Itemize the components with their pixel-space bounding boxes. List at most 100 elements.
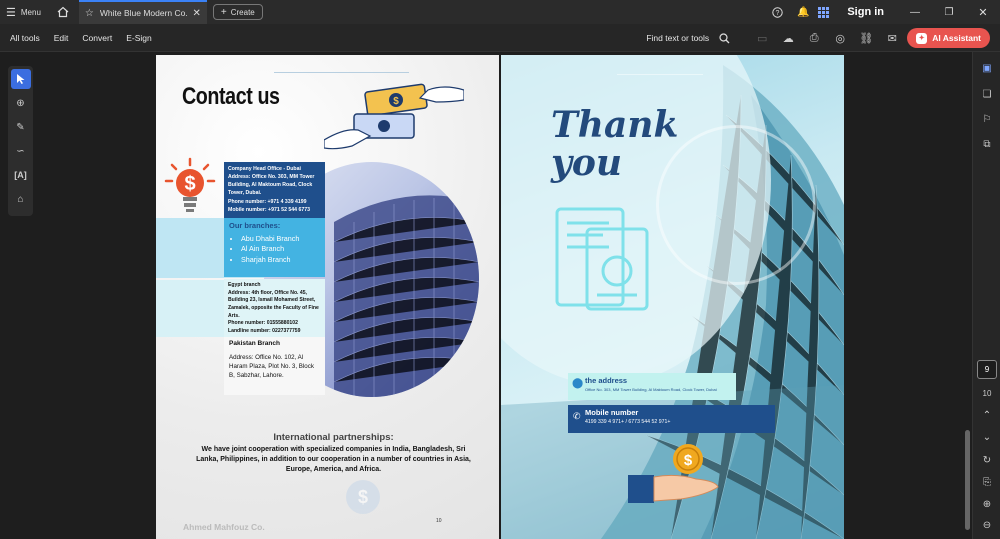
restore-icon[interactable]: ❐ [932,0,966,24]
pakistan-heading: Pakistan Branch [229,340,280,347]
svg-text:$: $ [393,96,399,107]
chevron-up-icon[interactable]: ⌃ [977,405,997,425]
tab-title: White Blue Modern Co... [99,8,187,18]
upload-cloud-icon[interactable]: ☁ [777,27,799,49]
pakistan-box: Pakistan Branch Address: Office No. 102,… [224,337,325,395]
stamp-icon[interactable]: ⌂ [11,189,31,209]
page-number-left: 10 [436,518,442,524]
menu-all-tools[interactable]: All tools [0,33,47,43]
star-icon[interactable]: ☆ [85,8,94,19]
menu-esign[interactable]: E-Sign [119,33,159,43]
select-cursor-icon[interactable] [10,69,31,89]
partnerships-body: We have joint cooperation with specializ… [196,446,471,474]
next-page-number: 10 [982,388,992,398]
quick-tools-panel: ⊕ ✎ ∽ [A] ⌂ [8,66,33,216]
egypt-heading: Egypt branch [228,282,261,288]
menu-convert[interactable]: Convert [75,33,119,43]
address-label: the address [585,376,628,385]
thank-you-title: Thank you [551,104,679,184]
right-rail: ▣ ❏ ⚐ ⧉ 9 10 ⌃ ⌄ ↻ ⎘ ⊕ ⊖ [972,52,1000,539]
create-button[interactable]: + Create [212,4,263,20]
mobile-value: 4199 339 4 971+ / 6773 544 52 971+ [585,419,671,425]
home-icon [57,6,69,18]
you-line: you [551,141,623,184]
head-office-phone: Phone number: +971 4 339 4199 [228,199,307,206]
egypt-phone: Phone number: 01555880102 [228,320,298,327]
pdf-page-right: Thank you ⬤ the address Office No. 303, … [501,55,844,539]
mobile-label: Mobile number [585,408,639,417]
page-fit-icon[interactable]: ⎘ [977,472,997,492]
zoom-out-icon[interactable]: ⊖ [977,515,997,535]
document-tab[interactable]: ☆ White Blue Modern Co... ✕ [78,0,207,24]
ai-sparkle-icon: ✦ [916,32,928,44]
pdf-page-left: Contact us $ $ Company Head Office - Dub… [156,55,499,539]
main-toolbar: All tools Edit Convert E-Sign Find text … [0,24,1000,52]
home-button[interactable] [47,0,79,24]
apps-grid-icon[interactable] [813,2,833,22]
title-bar: ☰ Menu ☆ White Blue Modern Co... ✕ + Cre… [0,0,1000,24]
find-label[interactable]: Find text or tools [646,33,709,43]
hamburger-icon: ☰ [6,6,16,19]
comment-zoom-icon[interactable]: ⊕ [11,93,31,113]
mail-icon[interactable]: ✉ [881,27,903,49]
plus-icon: + [220,6,227,18]
head-office-mobile: Mobile number: +971 52 544 6773 [228,207,311,214]
text-select-icon[interactable]: [A] [11,165,31,185]
top-divider-line [274,72,409,73]
location-pin-icon: ⬤ [572,378,584,389]
print-icon[interactable]: ⎙ [803,27,825,49]
mobile-card: ✆ Mobile number 4199 339 4 971+ / 6773 5… [568,405,775,433]
vertical-scrollbar[interactable] [965,430,970,530]
address-value: Office No. 303, MM Tower Building, Al Ma… [585,387,717,392]
sign-in-button[interactable]: Sign in [833,6,898,18]
head-office-box: Company Head Office - Dubai Address: Off… [224,162,325,218]
close-tab-icon[interactable]: ✕ [193,8,201,19]
link-icon[interactable]: ⛓ [855,27,877,49]
pages-icon[interactable]: ⧉ [977,134,997,154]
ai-chat-icon[interactable]: ◎ [829,27,851,49]
menu-edit[interactable]: Edit [47,33,76,43]
address-card: ⬤ the address Office No. 303, MM Tower B… [568,373,736,400]
branch-item: Abu Dhabi Branch [241,234,320,244]
contact-title: Contact us [182,83,280,110]
bell-icon[interactable]: 🔔 [793,2,813,22]
hand-coin-illustration: $ [628,444,719,503]
minimize-icon[interactable]: — [898,0,932,24]
footer-brand: Ahmed Mahfouz Co. [183,522,265,532]
document-calculator-icon [555,207,649,311]
help-icon[interactable]: ? [767,2,787,22]
dollar-outline-circle [656,125,816,285]
comment-icon[interactable]: ❏ [977,84,997,104]
svg-text:?: ? [775,10,779,17]
edit-pdf-icon[interactable]: ▣ [977,58,997,78]
menu-button[interactable]: ☰ Menu [0,0,47,24]
refresh-icon[interactable]: ↻ [977,450,997,470]
save-icon[interactable]: ▭ [751,27,773,49]
lightbulb-dollar-icon: $ [164,157,216,212]
branches-box: Our branches: Abu Dhabi Branch Al Ain Br… [224,218,325,277]
svg-text:$: $ [184,173,195,195]
head-office-address: Address: Office No. 303, MM Tower Buildi… [228,174,315,197]
close-window-icon[interactable]: ✕ [966,0,1000,24]
ai-assistant-label: AI Assistant [932,33,981,43]
pakistan-body: Address: Office No. 102, Al Haram Plaza,… [229,354,314,379]
thank-line: Thank [551,104,679,146]
phone-icon: ✆ [573,411,581,421]
bookmark-icon[interactable]: ⚐ [977,109,997,129]
egypt-box: Egypt branch Address: 4th floor, Office … [224,279,325,337]
branches-heading: Our branches: [229,221,281,230]
egypt-body: Address: 4th floor, Office No. 45, Build… [228,289,319,319]
branch-item: Al Ain Branch [241,244,320,254]
current-page-input[interactable]: 9 [977,360,997,379]
ai-assistant-button[interactable]: ✦ AI Assistant [907,28,990,48]
partnerships-heading: International partnerships: [273,432,394,443]
search-icon[interactable] [713,27,735,49]
money-exchange-illustration: $ [324,83,464,150]
menu-label: Menu [20,7,41,17]
head-office-heading: Company Head Office - Dubai [228,166,301,172]
lasso-icon[interactable]: ∽ [11,141,31,161]
zoom-in-icon[interactable]: ⊕ [977,494,997,514]
pen-icon[interactable]: ✎ [11,117,31,137]
svg-text:$: $ [684,452,693,469]
chevron-down-icon[interactable]: ⌄ [977,427,997,447]
